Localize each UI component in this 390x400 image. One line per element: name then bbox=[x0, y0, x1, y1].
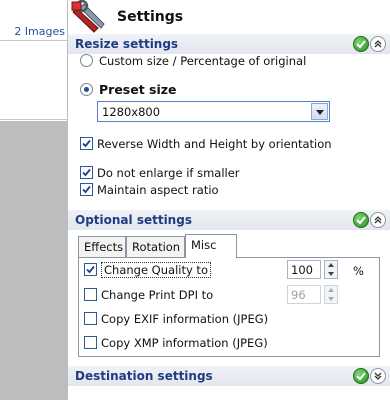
destination-settings-header[interactable]: Destination settings bbox=[68, 366, 390, 386]
green-check-icon[interactable] bbox=[353, 36, 369, 52]
reverse-orientation-checkbox[interactable] bbox=[80, 137, 93, 150]
no-enlarge-label: Do not enlarge if smaller bbox=[97, 166, 240, 180]
copy-xmp-option[interactable]: Copy XMP information (JPEG) bbox=[84, 336, 268, 350]
change-dpi-label: Change Print DPI to bbox=[101, 288, 214, 302]
change-dpi-checkbox[interactable] bbox=[84, 288, 97, 301]
resize-settings-title: Resize settings bbox=[75, 37, 179, 51]
panel-title: Settings bbox=[117, 9, 184, 25]
reverse-orientation-option[interactable]: Reverse Width and Height by orientation bbox=[80, 137, 332, 151]
green-check-icon[interactable] bbox=[353, 368, 369, 384]
green-check-icon[interactable] bbox=[353, 212, 369, 228]
no-enlarge-checkbox[interactable] bbox=[80, 166, 93, 179]
settings-wrench-icon bbox=[71, 0, 105, 33]
collapse-up-icon[interactable] bbox=[370, 212, 386, 228]
optional-settings-header[interactable]: Optional settings bbox=[68, 210, 390, 230]
misc-tab-content: Change Quality to 100 % Change Print DPI… bbox=[78, 257, 380, 357]
stepper-down-icon[interactable] bbox=[325, 295, 337, 303]
destination-settings-title: Destination settings bbox=[75, 369, 213, 383]
dropdown-arrow-icon[interactable] bbox=[311, 103, 328, 120]
stepper-up-icon[interactable] bbox=[325, 286, 337, 294]
copy-exif-label: Copy EXIF information (JPEG) bbox=[101, 312, 269, 326]
change-dpi-option[interactable]: Change Print DPI to bbox=[84, 288, 213, 302]
settings-header: Settings bbox=[68, 0, 390, 34]
collapse-up-icon[interactable] bbox=[370, 36, 386, 52]
optional-settings-title: Optional settings bbox=[75, 213, 192, 227]
tab-misc[interactable]: Misc bbox=[185, 234, 237, 258]
preset-size-value: 1280x800 bbox=[102, 105, 161, 119]
no-enlarge-option[interactable]: Do not enlarge if smaller bbox=[80, 166, 240, 180]
change-quality-option[interactable]: Change Quality to bbox=[84, 262, 211, 278]
copy-exif-option[interactable]: Copy EXIF information (JPEG) bbox=[84, 312, 268, 326]
reverse-orientation-label: Reverse Width and Height by orientation bbox=[97, 137, 332, 151]
tab-effects[interactable]: Effects bbox=[78, 236, 126, 257]
custom-size-radio[interactable] bbox=[80, 54, 93, 67]
stepper-up-icon[interactable] bbox=[325, 261, 337, 269]
custom-size-label: Custom size / Percentage of original bbox=[99, 54, 307, 68]
settings-panel: Settings Resize settings Custom size / P… bbox=[67, 0, 390, 400]
dpi-stepper[interactable] bbox=[324, 285, 338, 304]
maintain-aspect-checkbox[interactable] bbox=[80, 183, 93, 196]
preset-size-radio[interactable] bbox=[80, 83, 93, 96]
resize-settings-header[interactable]: Resize settings bbox=[68, 34, 390, 54]
expand-down-icon[interactable] bbox=[370, 368, 386, 384]
preset-size-label: Preset size bbox=[99, 82, 177, 97]
maintain-aspect-label: Maintain aspect ratio bbox=[97, 183, 219, 197]
change-quality-label: Change Quality to bbox=[101, 262, 211, 278]
preset-size-option[interactable]: Preset size bbox=[80, 82, 177, 97]
copy-xmp-label: Copy XMP information (JPEG) bbox=[101, 336, 268, 350]
image-list-area[interactable] bbox=[0, 40, 67, 120]
quality-input[interactable]: 100 bbox=[287, 260, 321, 279]
copy-exif-checkbox[interactable] bbox=[84, 312, 97, 325]
quality-percent: % bbox=[353, 264, 364, 278]
dpi-input[interactable]: 96 bbox=[287, 285, 321, 304]
panel-footer bbox=[68, 386, 390, 400]
maintain-aspect-option[interactable]: Maintain aspect ratio bbox=[80, 183, 219, 197]
quality-stepper[interactable] bbox=[324, 260, 338, 279]
preset-size-select[interactable]: 1280x800 bbox=[97, 101, 330, 122]
empty-area bbox=[0, 121, 67, 400]
tab-rotation[interactable]: Rotation bbox=[126, 236, 185, 257]
custom-size-option[interactable]: Custom size / Percentage of original bbox=[80, 54, 306, 68]
stepper-down-icon[interactable] bbox=[325, 270, 337, 278]
copy-xmp-checkbox[interactable] bbox=[84, 336, 97, 349]
image-list-pane: 2 Images bbox=[0, 0, 67, 400]
image-count-link[interactable]: 2 Images bbox=[14, 25, 65, 38]
change-quality-checkbox[interactable] bbox=[84, 263, 97, 276]
